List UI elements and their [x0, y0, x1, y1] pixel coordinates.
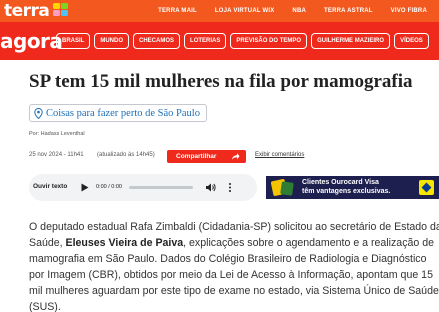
playback-progress-bar[interactable]: [129, 186, 193, 189]
section-brand[interactable]: agora: [0, 22, 63, 60]
body-text-segment: Saúde,: [29, 237, 66, 249]
local-topic-label: Coisas para fazer perto de São Paulo: [46, 107, 200, 119]
terra-logo[interactable]: terra: [4, 0, 69, 22]
play-icon[interactable]: [81, 183, 89, 192]
nav-item-loterias[interactable]: LOTERIAS: [184, 33, 227, 49]
ad-line-1: Clientes Ourocard Visa: [302, 179, 379, 186]
nav-item-guilherme-mazieiro[interactable]: GUILHERME MAZIEIRO: [311, 33, 391, 49]
body-line: por Imagem (CBR), obtidos por meio da Le…: [29, 269, 433, 281]
ad-line-2: têm vantagens exclusivas.: [302, 187, 391, 195]
nav-item-brasil[interactable]: BRASIL: [56, 33, 91, 49]
secretary-name-link[interactable]: Eleuses Vieira de Paiva: [66, 237, 184, 249]
share-arrow-icon: [232, 153, 240, 160]
nav-item-mundo[interactable]: MUNDO: [94, 33, 130, 49]
location-pin-icon: [34, 107, 43, 119]
article-author: Por: Hadass Leventhal: [29, 131, 85, 137]
advertisement-banner[interactable]: Clientes Ourocard Visa têm vantagens exc…: [266, 176, 439, 199]
nav-pills: BRASIL MUNDO CHECAMOS LOTERIAS PREVISÃO …: [56, 33, 433, 49]
nav-item-videos[interactable]: VÍDEOS: [394, 33, 429, 49]
playback-time: 0:00 / 0:00: [96, 184, 122, 190]
top-link-terra-astral[interactable]: TERRA ASTRAL: [324, 8, 373, 14]
section-nav: agora BRASIL MUNDO CHECAMOS LOTERIAS PRE…: [0, 22, 439, 60]
listen-label: Ouvir texto: [33, 183, 68, 190]
article-body: O deputado estadual Rafa Zimbaldi (Cidad…: [29, 219, 439, 312]
terra-logo-icon: [53, 2, 69, 16]
body-line: O deputado estadual Rafa Zimbaldi (Cidad…: [29, 221, 439, 233]
body-line: mamografia em São Paulo. Dados do Colégi…: [29, 253, 427, 265]
nav-item-previsao-do-tempo[interactable]: PREVISÃO DO TEMPO: [230, 33, 308, 49]
top-link-nba[interactable]: NBA: [292, 8, 306, 14]
updated-time: (atualizado às 14h45): [97, 152, 155, 158]
body-line: (SUS).: [29, 301, 61, 312]
local-topic-chip[interactable]: Coisas para fazer perto de São Paulo: [29, 104, 207, 122]
body-line: mil mulheres aguardam por este tipo de e…: [29, 285, 439, 297]
share-button[interactable]: Compartilhar: [167, 150, 246, 163]
top-bar: terra TERRA MAIL LOJA VIRTUAL WIX NBA TE…: [0, 0, 439, 22]
body-line: Saúde, Eleuses Vieira de Paiva, explicaç…: [29, 235, 439, 251]
article-meta: 25 nov 2024 - 11h41 (atualizado às 14h45…: [29, 150, 439, 164]
ad-text: Clientes Ourocard Visa têm vantagens exc…: [302, 179, 390, 196]
ad-card-image-secondary: [280, 181, 294, 196]
volume-icon[interactable]: [205, 182, 216, 193]
show-comments-link[interactable]: Exibir comentários: [255, 152, 304, 158]
body-text-segment: , explicações sobre o agendamento e a re…: [183, 237, 435, 249]
logo-text: terra: [4, 1, 50, 21]
top-link-loja-virtual[interactable]: LOJA VIRTUAL WIX: [215, 8, 275, 14]
publish-date: 25 nov 2024 - 11h41: [29, 152, 84, 158]
article-title: SP tem 15 mil mulheres na fila por mamog…: [29, 71, 413, 92]
top-link-vivo-fibra[interactable]: VIVO FIBRA: [391, 8, 427, 14]
text-to-speech-player: Ouvir texto 0:00 / 0:00: [29, 174, 257, 201]
bank-logo-mark: [421, 182, 432, 193]
more-options-icon[interactable]: [228, 182, 232, 193]
top-links: TERRA MAIL LOJA VIRTUAL WIX NBA TERRA AS…: [158, 0, 439, 22]
nav-item-checamos[interactable]: CHECAMOS: [133, 33, 181, 49]
bank-logo-icon: [419, 180, 434, 195]
share-button-label: Compartilhar: [176, 153, 217, 160]
top-link-terra-mail[interactable]: TERRA MAIL: [158, 8, 197, 14]
